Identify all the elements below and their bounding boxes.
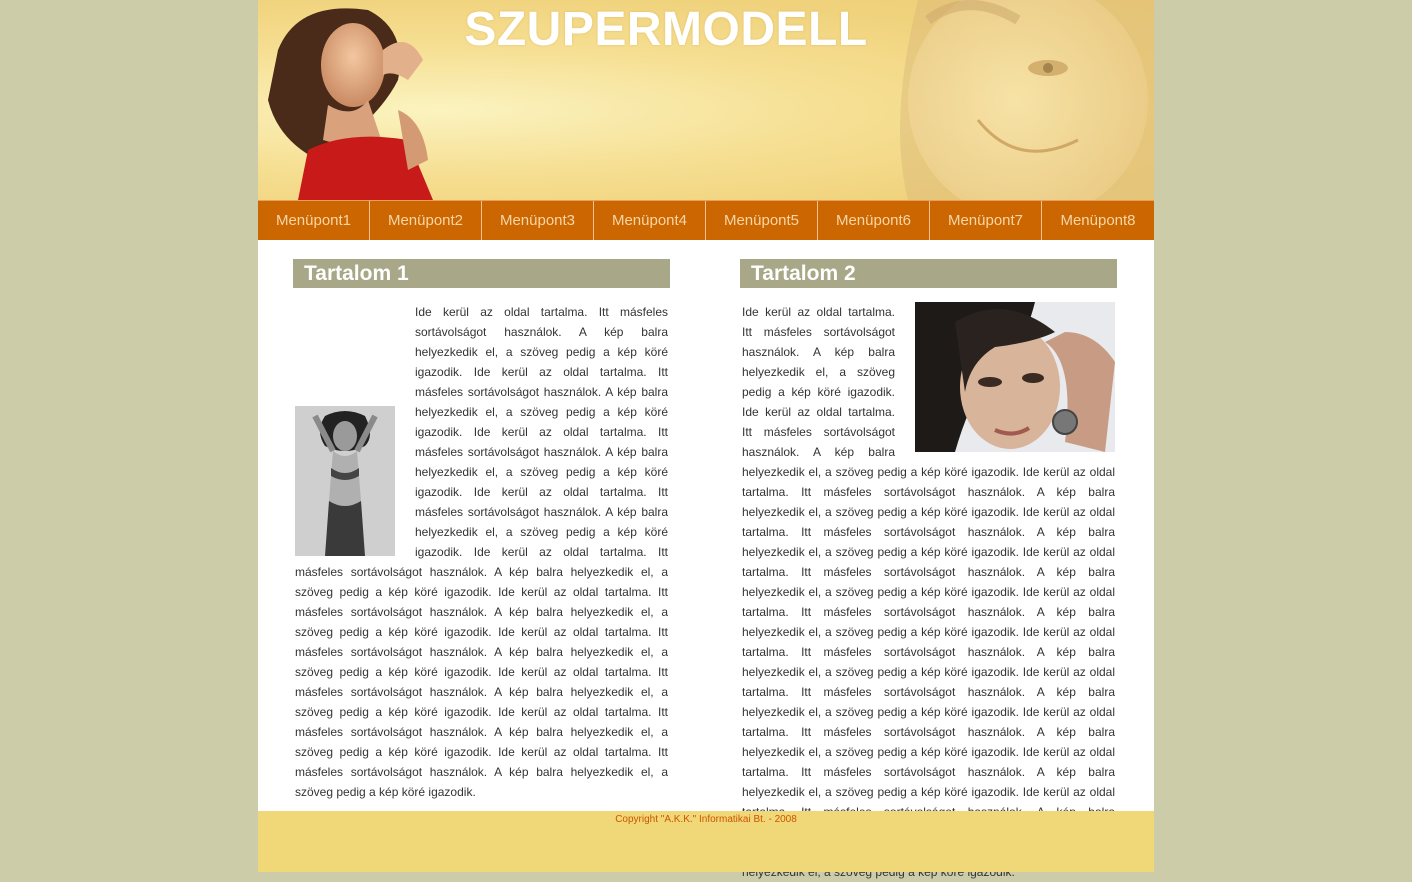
header-banner: SZUPERMODELL [258, 0, 1154, 200]
nav-item-menupont3[interactable]: Menüpont3 [482, 201, 594, 240]
site-title: SZUPERMODELL [464, 3, 868, 56]
page-container: SZUPERMODELL Menüpont1 Menüpont2 Menüpon… [258, 0, 1154, 879]
model-photo-bw [295, 406, 395, 556]
nav-item-menupont2[interactable]: Menüpont2 [370, 201, 482, 240]
nav-item-menupont6[interactable]: Menüpont6 [818, 201, 930, 240]
nav-item-menupont8[interactable]: Menüpont8 [1042, 201, 1154, 240]
nav-item-menupont7[interactable]: Menüpont7 [930, 201, 1042, 240]
section-title-1: Tartalom 1 [293, 259, 670, 288]
main-navigation: Menüpont1 Menüpont2 Menüpont3 Menüpont4 … [258, 200, 1154, 240]
section-text-1-wrapper: Ide kerül az oldal tartalma. Itt másfele… [295, 302, 668, 802]
model-photo-portrait [915, 302, 1115, 452]
nav-item-menupont4[interactable]: Menüpont4 [594, 201, 706, 240]
section-text-2-wrapper: Ide kerül az oldal tartalma. Itt másfele… [742, 302, 1115, 882]
nav-item-menupont1[interactable]: Menüpont1 [258, 201, 370, 240]
nav-item-menupont5[interactable]: Menüpont5 [706, 201, 818, 240]
content-column-2: Tartalom 2 Ide kerül az oldal tartalma. … [740, 259, 1117, 882]
header-model-photo-right [900, 0, 1154, 200]
copyright-text: Copyright "A.K.K." Informatikai Bt. - 20… [615, 814, 797, 825]
content-column-1: Tartalom 1 Ide kerül az oldal tartalma. … [293, 259, 670, 802]
footer: Copyright "A.K.K." Informatikai Bt. - 20… [258, 811, 1154, 872]
section-title-2: Tartalom 2 [740, 259, 1117, 288]
